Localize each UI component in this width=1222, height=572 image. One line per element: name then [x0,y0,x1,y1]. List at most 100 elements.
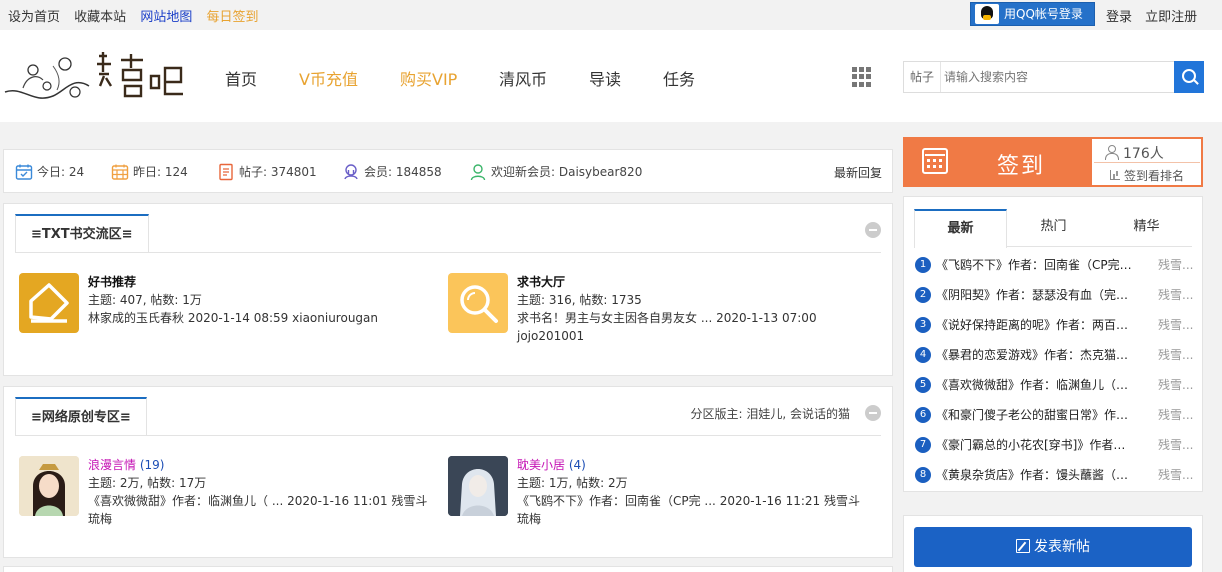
forum-name[interactable]: 求书大厅 [517,275,565,289]
checkin-widget: 签到 176人 签到看排名 [903,137,1203,187]
forum-thumb-recommend[interactable] [19,273,79,333]
forum-last-post[interactable]: 《飞鸥不下》作者：回南雀（CP完 ... 2020-1-16 11:21 残雪斗… [517,492,867,528]
thread-title[interactable]: 《飞鸥不下》作者：回南雀（CP完结... [936,255,1136,275]
nav-buy-vip[interactable]: 购买VIP [400,66,457,90]
forum-name[interactable]: 耽美小居 [517,458,565,472]
thread-title[interactable]: 《和豪门傻子老公的甜蜜日常》作者... [936,405,1136,425]
forum-name[interactable]: 好书推荐 [88,275,136,289]
forum-section-original: ≡网络原创专区≡ 分区版主: 泪娃儿, 会说话的猫 浪漫言情 (19) 主题: … [3,386,893,558]
forum-new-count: (19) [139,458,165,472]
rank-badge: 4 [915,347,931,363]
search-button[interactable] [1174,61,1204,93]
list-item[interactable]: 3 《说好保持距离的呢》作者：两百斤... 残雪... [915,315,1197,335]
nav-home[interactable]: 首页 [225,66,257,90]
tab-latest[interactable]: 最新 [914,209,1007,248]
new-post-button[interactable]: 发表新帖 [914,527,1192,567]
thread-author[interactable]: 残雪... [1158,465,1198,485]
list-item[interactable]: 1 《飞鸥不下》作者：回南雀（CP完结... 残雪... [915,255,1197,275]
qq-login-button[interactable]: 用QQ帐号登录 [970,2,1095,26]
list-item[interactable]: 7 《豪门霸总的小花农[穿书]》作者：牛... 残雪... [915,435,1197,455]
forum-info: 浪漫言情 (19) 主题: 2万, 帖数: 17万 《喜欢微微甜》作者：临渊鱼儿… [88,456,448,528]
thread-author[interactable]: 残雪... [1158,285,1198,305]
thread-author[interactable]: 残雪... [1158,255,1198,275]
section-moderators[interactable]: 分区版主: 泪娃儿, 会说话的猫 [691,405,851,422]
list-item[interactable]: 4 《暴君的恋爱游戏》作者：杰克猫咪... 残雪... [915,345,1197,365]
checkin-button[interactable]: 签到 [905,139,1092,185]
rank-badge: 1 [915,257,931,273]
nav-guide[interactable]: 导读 [589,66,621,90]
nav-qingfeng-coin[interactable]: 清风币 [499,66,547,90]
login-link[interactable]: 登录 [1106,10,1132,25]
rank-badge: 5 [915,377,931,393]
forum-new-count: (4) [568,458,586,472]
calendar-grid-icon [111,164,129,180]
forum-section-txt: ≡TXT书交流区≡ 好书推荐 主题: 407, 帖数: 1万 林家成的玉氏春秋 … [3,203,893,376]
site-logo[interactable] [3,46,191,110]
list-item[interactable]: 6 《和豪门傻子老公的甜蜜日常》作者... 残雪... [915,405,1197,425]
forum-thumb-romance[interactable] [19,456,79,516]
thread-author[interactable]: 残雪... [1158,435,1198,455]
forum-stats-bar: 今日: 24 昨日: 124 帖子: 374801 会员: 184858 欢迎新… [3,149,893,193]
section-title[interactable]: ≡网络原创专区≡ [15,397,147,435]
forum-name[interactable]: 浪漫言情 [88,458,136,472]
set-home-link[interactable]: 设为首页 [8,10,60,25]
thread-author[interactable]: 残雪... [1158,375,1198,395]
sitemap-link[interactable]: 网站地图 [140,10,192,25]
thread-title[interactable]: 《阴阳契》作者：瑟瑟没有血（完结... [936,285,1136,305]
thread-title[interactable]: 《说好保持距离的呢》作者：两百斤... [936,315,1136,335]
thread-tabs: 最新 热门 精华 [914,209,1193,248]
rank-badge: 8 [915,467,931,483]
register-link[interactable]: 立即注册 [1145,10,1197,25]
search-input[interactable] [944,67,1164,87]
rank-badge: 3 [915,317,931,333]
new-post-label: 发表新帖 [1034,539,1090,555]
thread-author[interactable]: 残雪... [1158,405,1198,425]
rank-badge: 6 [915,407,931,423]
tab-featured[interactable]: 精华 [1100,209,1193,247]
thread-list-widget: 最新 热门 精华 1 《飞鸥不下》作者：回南雀（CP完结... 残雪... 2 《阴阳… [903,196,1203,492]
latest-replies-link[interactable]: 最新回复 [834,164,882,181]
stat-posts-text: 帖子: 374801 [239,165,317,179]
collapse-icon[interactable] [865,405,881,421]
forum-last-post[interactable]: 林家成的玉氏春秋 2020-1-14 08:59 xiaoniurougan [88,309,448,327]
search-type-select[interactable]: 帖子 [904,62,941,92]
stat-members: 会员: 184858 [342,163,442,181]
user-icon [470,164,486,181]
app-grid-icon[interactable] [852,67,872,87]
forum-thumb-bl[interactable] [448,456,508,516]
new-post-widget: 发表新帖 [903,515,1203,572]
stat-today: 今日: 24 [15,163,84,181]
stat-new-member-text: 欢迎新会员: Daisybear820 [491,165,643,179]
nav-recharge[interactable]: V币充值 [299,66,358,90]
list-item[interactable]: 5 《喜欢微微甜》作者：临渊鱼儿（完... 残雪... [915,375,1197,395]
checkin-ranking-link[interactable]: 签到看排名 [1110,167,1184,184]
nav-tasks[interactable]: 任务 [663,66,695,90]
forum-thumb-request[interactable] [448,273,508,333]
forum-last-post[interactable]: 《喜欢微微甜》作者：临渊鱼儿（ ... 2020-1-16 11:01 残雪斗琉… [88,492,438,528]
tab-hot[interactable]: 热门 [1007,209,1100,247]
checkin-count-text: 176人 [1123,146,1164,162]
section-title[interactable]: ≡TXT书交流区≡ [15,214,149,252]
portrait-image [448,456,508,516]
stat-posts: 帖子: 374801 [217,163,317,181]
account-links: 登录 立即注册 [1106,6,1206,25]
list-item[interactable]: 8 《黄泉杂货店》作者：馒头蘸酱（完... 残雪... [915,465,1197,485]
magnifier-icon [460,285,498,323]
calendar-icon [922,148,948,174]
thread-author[interactable]: 残雪... [1158,345,1198,365]
thread-title[interactable]: 《豪门霸总的小花农[穿书]》作者：牛... [936,435,1136,455]
thread-author[interactable]: 残雪... [1158,315,1198,335]
bookmark-link[interactable]: 收藏本站 [74,10,126,25]
list-item[interactable]: 2 《阴阳契》作者：瑟瑟没有血（完结... 残雪... [915,285,1197,305]
forum-last-post[interactable]: 求书名！男主与女主因各自男友女 ... 2020-1-13 07:00 jojo… [517,309,817,345]
collapse-icon[interactable] [865,222,881,238]
thread-title[interactable]: 《黄泉杂货店》作者：馒头蘸酱（完... [936,465,1136,485]
daily-checkin-link[interactable]: 每日签到 [206,10,258,25]
forum-stats: 主题: 1万, 帖数: 2万 [517,476,628,490]
thread-title[interactable]: 《喜欢微微甜》作者：临渊鱼儿（完... [936,375,1136,395]
thread-title[interactable]: 《暴君的恋爱游戏》作者：杰克猫咪... [936,345,1136,365]
forum-stats: 主题: 407, 帖数: 1万 [88,293,202,307]
members-icon [344,164,358,180]
forum-info: 好书推荐 主题: 407, 帖数: 1万 林家成的玉氏春秋 2020-1-14 … [88,273,448,327]
user-icon [1105,145,1119,160]
